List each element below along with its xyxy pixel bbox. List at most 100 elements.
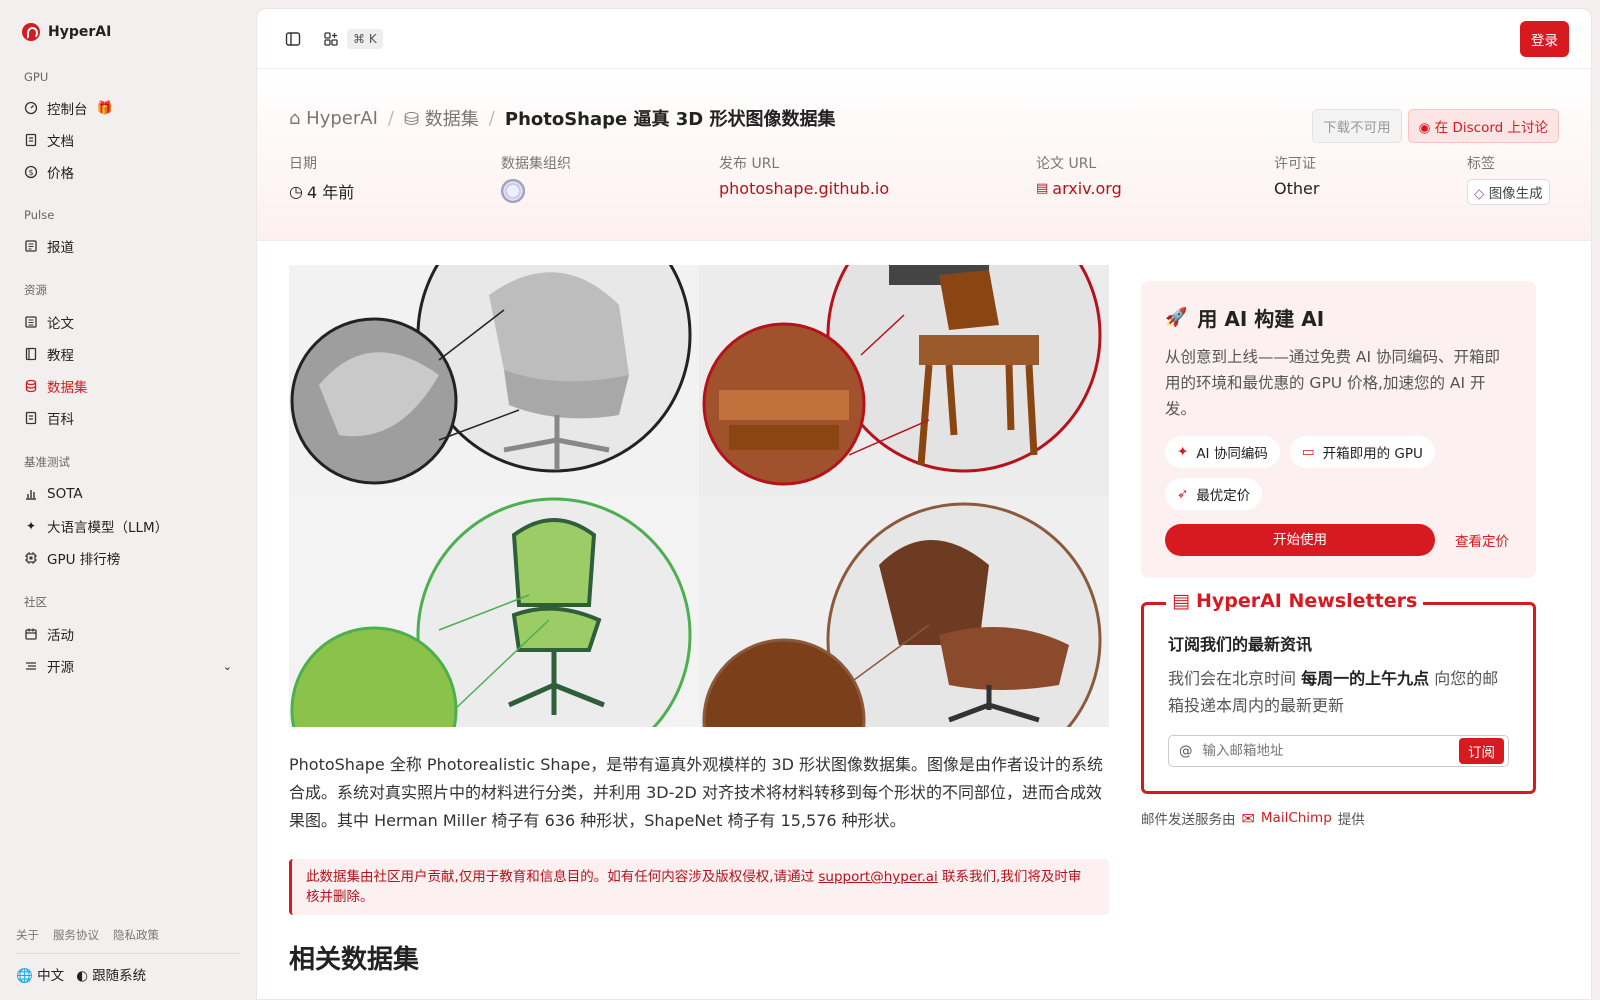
sidebar-item-tutorials[interactable]: 教程 <box>16 338 240 370</box>
sidebar-item-label: 大语言模型（LLM） <box>47 520 169 536</box>
sidebar-item-label: 百科 <box>47 412 74 428</box>
breadcrumb-home-label: HyperAI <box>306 107 378 129</box>
breadcrumb-home[interactable]: ⌂ HyperAI <box>289 108 378 129</box>
download-button[interactable]: 下载不可用 <box>1312 109 1402 143</box>
sidebar-item-opensource[interactable]: 开源 ⌄ <box>16 650 240 682</box>
dataset-meta: 日期 ◷ 4 年前 数据集组织 发布 URL photoshape.github.… <box>289 153 1559 205</box>
page-title: PhotoShape 逼真 3D 形状图像数据集 <box>504 109 836 130</box>
view-pricing-link[interactable]: 查看定价 <box>1455 530 1509 550</box>
meta-tags: 标签 ◇ 图像生成 <box>1467 153 1550 205</box>
gift-icon: 🎁 <box>96 100 113 116</box>
database-icon <box>24 379 38 393</box>
dashboard-icon <box>24 101 38 115</box>
get-started-button[interactable]: 开始使用 <box>1165 524 1435 556</box>
meta-label: 许可证 <box>1274 156 1316 172</box>
copyright-notice: 此数据集由社区用户贡献,仅用于教育和信息目的。如有任何内容涉及版权侵权,请通过 … <box>289 859 1109 915</box>
tag-chip[interactable]: ◇ 图像生成 <box>1467 179 1550 205</box>
license-value: Other <box>1274 179 1320 198</box>
hyperai-logo-icon <box>22 23 40 41</box>
release-url-link[interactable]: photoshape.github.io <box>719 179 1036 198</box>
language-selector[interactable]: 🌐 中文 <box>16 964 64 984</box>
email-field: @ 订阅 <box>1168 735 1509 767</box>
sidebar-item-wiki[interactable]: 百科 <box>16 402 240 434</box>
newsletter-text-bold: 每周一的上午九点 <box>1301 669 1430 688</box>
list-icon <box>24 659 38 673</box>
feature-pill: ➶ 最优定价 <box>1165 478 1263 510</box>
notice-text: 此数据集由社区用户贡献,仅用于教育和信息目的。如有任何内容涉及版权侵权,请通过 <box>306 869 819 885</box>
privacy-link[interactable]: 隐私政策 <box>113 927 159 943</box>
sparkle-icon: ✦ <box>1177 444 1189 460</box>
dataset-main: PhotoShape 全称 Photorealistic Shape，是带有逼真… <box>289 265 1109 976</box>
app-name: HyperAI <box>48 24 112 40</box>
sidebar-item-news[interactable]: 报道 <box>16 230 240 262</box>
chip-icon <box>24 551 38 565</box>
sidebar-item-papers[interactable]: 论文 <box>16 306 240 338</box>
server-icon: ▭ <box>1301 444 1315 460</box>
newsletter-text: 我们会在北京时间 每周一的上午九点 向您的邮箱投递本周内的最新更新 <box>1168 665 1509 719</box>
meta-label: 发布 URL <box>719 156 780 172</box>
meta-label: 标签 <box>1467 156 1495 172</box>
breadcrumb-datasets-label: 数据集 <box>424 109 479 130</box>
content-area: PhotoShape 全称 Photorealistic Shape，是带有逼真… <box>257 241 1591 976</box>
app-logo[interactable]: HyperAI <box>16 0 240 64</box>
book-icon <box>24 347 38 361</box>
email-input[interactable] <box>1202 743 1449 759</box>
support-email-link[interactable]: support@hyper.ai <box>818 869 937 885</box>
paper-url-link[interactable]: ▤ arxiv.org <box>1036 179 1274 198</box>
subscribe-button[interactable]: 订阅 <box>1459 738 1504 764</box>
footer-settings: 🌐 中文 ◐ 跟随系统 <box>16 954 240 984</box>
mail-icon: ✉ <box>1241 808 1255 828</box>
apps-button[interactable] <box>317 25 345 53</box>
discord-button[interactable]: ◉ 在 Discord 上讨论 <box>1407 109 1559 143</box>
theme-selector[interactable]: ◐ 跟随系统 <box>76 964 146 984</box>
rocket-icon: ➶ <box>1177 486 1189 502</box>
mc-pre: 邮件发送服务由 <box>1141 812 1236 828</box>
meta-label: 日期 <box>289 156 317 172</box>
sidebar-item-gpu-leaderboard[interactable]: GPU 排行榜 <box>16 542 240 574</box>
home-icon: ⌂ <box>289 107 301 129</box>
feature-label: AI 协同编码 <box>1196 446 1268 462</box>
promo-card: 🚀 用 AI 构建 AI 从创意到上线——通过免费 AI 协同编码、开箱即用的环… <box>1141 281 1536 578</box>
news-icon <box>24 239 38 253</box>
sidebar-item-console[interactable]: 控制台 🎁 <box>16 92 240 124</box>
paper-icon <box>24 315 38 329</box>
sidebar-item-llm[interactable]: ✦ 大语言模型（LLM） <box>16 510 240 542</box>
discord-label: 在 Discord 上讨论 <box>1434 120 1548 136</box>
newsletter-icon: ▤ <box>1172 590 1190 612</box>
chairs-illustration <box>289 265 1109 727</box>
breadcrumb-separator: / <box>488 107 495 129</box>
login-button[interactable]: 登录 <box>1520 20 1569 57</box>
feature-pill: ▭ 开箱即用的 GPU <box>1289 436 1435 468</box>
sidebar-item-pricing[interactable]: $ 价格 <box>16 156 240 188</box>
breadcrumb-datasets[interactable]: ⛁ 数据集 <box>404 105 479 131</box>
dollar-icon: $ <box>24 165 38 179</box>
dataset-header: ⌂ HyperAI / ⛁ 数据集 / PhotoShape 逼真 3D 形状图… <box>257 69 1591 241</box>
terms-link[interactable]: 服务协议 <box>53 927 99 943</box>
about-link[interactable]: 关于 <box>16 927 39 943</box>
sidebar-item-docs[interactable]: 文档 <box>16 124 240 156</box>
date-value: 4 年前 <box>306 183 355 202</box>
sidebar-item-datasets[interactable]: 数据集 <box>16 370 240 402</box>
sidebar-toggle-button[interactable] <box>279 25 307 53</box>
at-icon: @ <box>1179 743 1193 759</box>
theme-icon: ◐ <box>76 968 88 984</box>
sidebar-item-events[interactable]: 活动 <box>16 618 240 650</box>
meta-release-url: 发布 URL photoshape.github.io <box>719 153 1036 205</box>
sidebar-item-label: 教程 <box>47 348 74 364</box>
mailchimp-link[interactable]: MailChimp <box>1261 810 1332 826</box>
meta-value <box>501 179 719 203</box>
sidebar-toggle-icon <box>285 31 301 46</box>
chart-icon <box>24 487 38 501</box>
search-shortcut[interactable]: ⌘ K <box>347 28 383 49</box>
mc-post: 提供 <box>1337 812 1365 828</box>
meta-label: 论文 URL <box>1036 156 1097 172</box>
meta-org: 数据集组织 <box>501 153 719 205</box>
clock-icon: ◷ <box>289 181 303 201</box>
chevron-down-icon[interactable]: ⌄ <box>223 660 232 673</box>
newsletter-heading: 订阅我们的最新资讯 <box>1168 635 1313 654</box>
sidebar-item-sota[interactable]: SOTA <box>16 478 240 510</box>
org-avatar[interactable] <box>501 179 525 203</box>
promo-features: ✦ AI 协同编码 ▭ 开箱即用的 GPU ➶ 最优定价 <box>1165 436 1512 510</box>
related-datasets-heading: 相关数据集 <box>289 945 420 975</box>
paper-url-value: arxiv.org <box>1052 179 1122 198</box>
